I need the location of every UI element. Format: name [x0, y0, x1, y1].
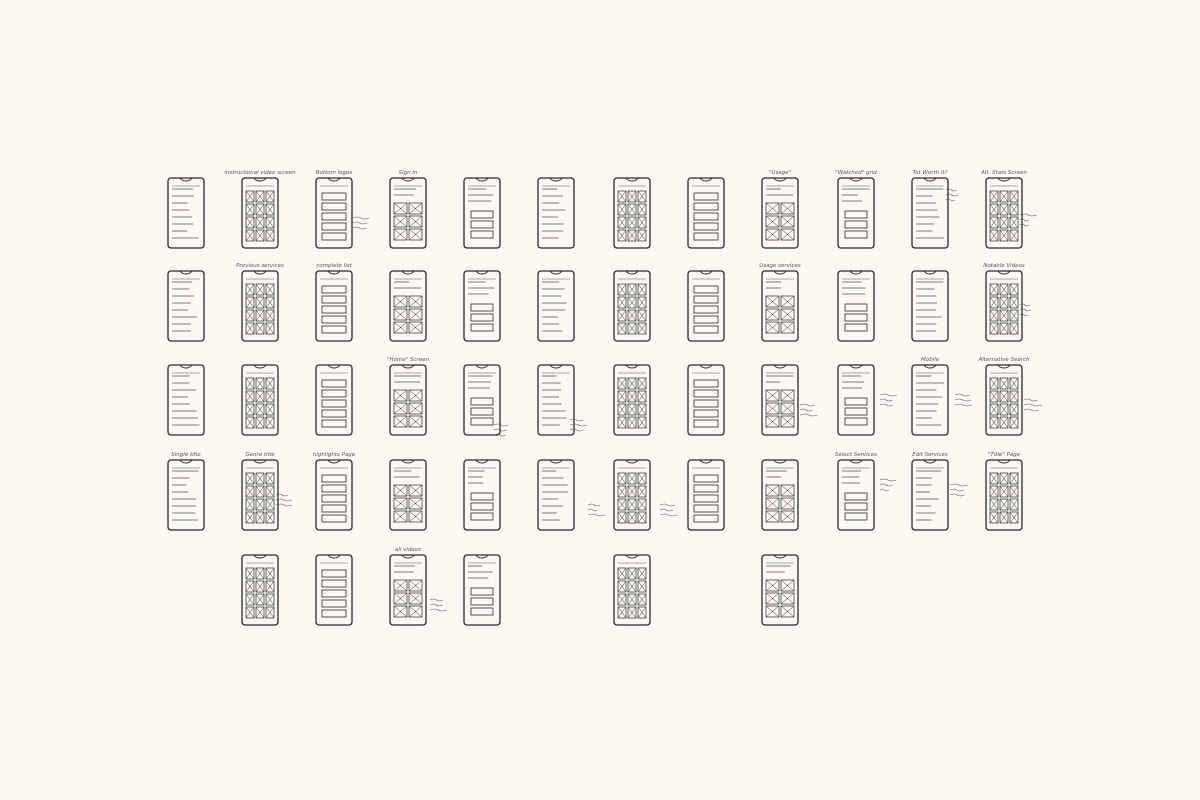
phone-sketch: [167, 177, 205, 249]
phone-sketch: [985, 270, 1023, 342]
phone-sketch: [241, 364, 279, 436]
phone-sketch: [389, 364, 427, 436]
note-label: Notable Videos: [983, 263, 1025, 269]
phone-sketch: [687, 459, 725, 531]
phone-sketch: [315, 554, 353, 626]
phone-sketch: [613, 270, 651, 342]
phone-sketch: [241, 459, 279, 531]
phone-sketch: [537, 459, 575, 531]
note-label: all videos: [395, 547, 421, 553]
annotation-scribble: [949, 483, 968, 497]
note-label: Select Services: [835, 452, 877, 458]
phone-sketch: [687, 270, 725, 342]
phone-sketch: [241, 554, 279, 626]
phone-sketch: [167, 364, 205, 436]
phone-sketch: [315, 459, 353, 531]
note-label: "Title" Page: [988, 452, 1021, 458]
annotation-scribble: [569, 418, 588, 432]
annotation-scribble: [879, 478, 897, 492]
phone-sketch: [463, 270, 501, 342]
phone-sketch: [761, 177, 799, 249]
note-label: Previous services: [236, 263, 284, 269]
note-label: "Usage": [769, 170, 791, 176]
phone-sketch: [241, 270, 279, 342]
phone-sketch: [985, 177, 1023, 249]
phone-sketch: [985, 459, 1023, 531]
phone-sketch: [911, 459, 949, 531]
phone-sketch: [837, 459, 875, 531]
phone-sketch: [389, 177, 427, 249]
phone-sketch: [463, 459, 501, 531]
note-label: Usage services: [759, 263, 801, 269]
note-label: Bottom logos: [316, 170, 353, 176]
note-label: Sign in: [399, 170, 418, 176]
annotation-scribble: [429, 598, 447, 612]
phone-sketch: [613, 554, 651, 626]
phone-sketch: [911, 270, 949, 342]
note-label: "Home" Screen: [387, 357, 430, 363]
phone-sketch: [167, 270, 205, 342]
note-label: Alt. Stats Screen: [980, 170, 1027, 176]
phone-sketch: [613, 459, 651, 531]
note-label: Mobile: [921, 357, 940, 363]
phone-sketch: [537, 270, 575, 342]
phone-sketch: [613, 177, 651, 249]
note-label: instructional video screen: [224, 170, 296, 176]
sketch-board: instructional video screen Bottom logos Si…: [167, 170, 1042, 626]
phone-sketch: [761, 554, 799, 626]
phone-sketch: [167, 459, 205, 531]
annotation-scribble: [879, 393, 897, 407]
note-label: Edit Services: [912, 452, 948, 458]
phone-sketch: [837, 270, 875, 342]
note-label: Single title: [171, 452, 201, 458]
phone-sketch: [761, 364, 799, 436]
annotation-scribble: [493, 423, 509, 437]
phone-sketch: [241, 177, 279, 249]
phone-sketch: [837, 364, 875, 436]
note-label: Alternative Search: [977, 357, 1030, 363]
phone-sketch: [315, 364, 353, 436]
phone-sketch: [985, 364, 1023, 436]
phone-sketch: [761, 459, 799, 531]
phone-sketch: [463, 177, 501, 249]
note-label: highlights Page: [313, 452, 356, 458]
annotation-scribble: [799, 403, 818, 417]
phone-sketch: [687, 364, 725, 436]
phone-sketch: [389, 459, 427, 531]
annotation-scribble: [1023, 398, 1042, 412]
phone-sketch: [389, 270, 427, 342]
annotation-scribble: [659, 503, 678, 517]
annotation-scribble: [954, 393, 973, 407]
phone-sketch: [537, 364, 575, 436]
phone-sketch: [837, 177, 875, 249]
note-label: "Watched" grid: [835, 170, 877, 176]
phone-sketch: [463, 554, 501, 626]
phone-sketch: [315, 177, 353, 249]
phone-sketch: [761, 270, 799, 342]
phone-sketch: [389, 554, 427, 626]
note-label: Tot Worth it?: [912, 170, 947, 176]
phone-sketch: [911, 364, 949, 436]
phone-sketch: [911, 177, 949, 249]
note-label: Genre title: [245, 452, 275, 458]
annotation-scribble: [351, 216, 370, 230]
phone-sketch: [537, 177, 575, 249]
phone-sketch: [315, 270, 353, 342]
phone-sketch: [613, 364, 651, 436]
note-label: complete list: [316, 263, 352, 269]
annotation-scribble: [587, 503, 606, 517]
phone-sketch: [687, 177, 725, 249]
